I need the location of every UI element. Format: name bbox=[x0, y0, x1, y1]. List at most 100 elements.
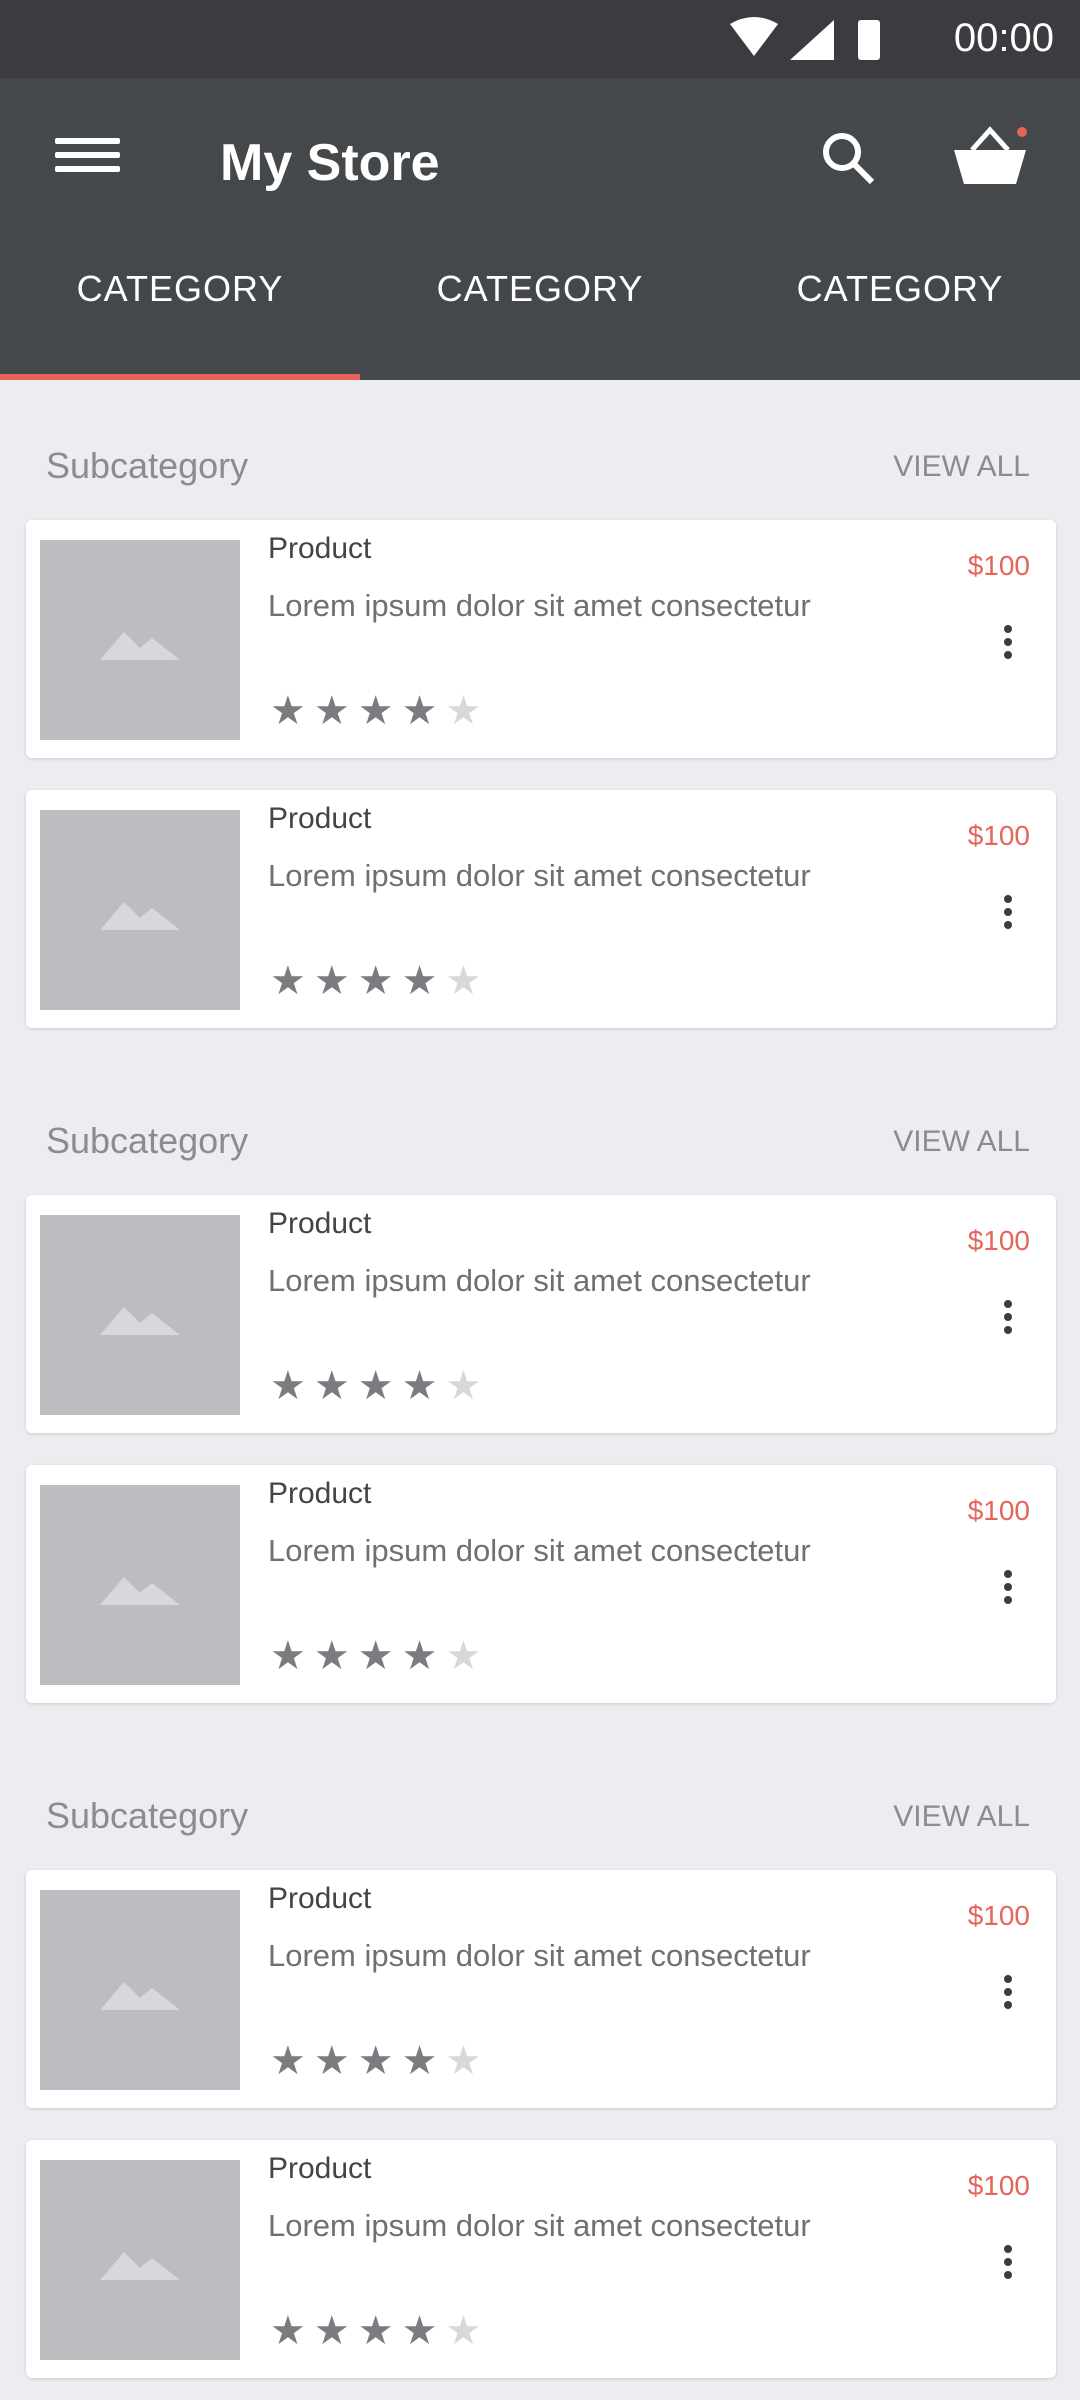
rating-stars: ★ ★ ★ ★ ★ bbox=[270, 2038, 489, 2083]
product-name: Product bbox=[268, 1882, 372, 1915]
star-icon: ★ bbox=[270, 1634, 306, 1678]
subcategory-title: Subcategory bbox=[46, 445, 249, 486]
product-image bbox=[40, 1485, 240, 1685]
product-image bbox=[40, 1890, 240, 2090]
star-icon: ★ bbox=[313, 959, 350, 1003]
more-vert-icon[interactable] bbox=[1004, 1565, 1016, 1625]
app-bar: My Store CATEGORY CATEGORY CATEGORY bbox=[0, 78, 1080, 380]
product-description: Lorem ipsum dolor sit amet consectetur bbox=[268, 858, 811, 893]
star-icon: ★ bbox=[270, 1364, 306, 1408]
product-card[interactable]: Product Lorem ipsum dolor sit amet conse… bbox=[26, 2140, 1056, 2378]
star-icon: ★ bbox=[445, 689, 482, 733]
product-card[interactable]: Product Lorem ipsum dolor sit amet conse… bbox=[26, 1195, 1056, 1433]
product-description: Lorem ipsum dolor sit amet consectetur bbox=[268, 1938, 811, 1973]
tab-category-2[interactable]: CATEGORY bbox=[360, 254, 720, 380]
image-placeholder-icon bbox=[100, 1307, 180, 1335]
product-card[interactable]: Product Lorem ipsum dolor sit amet conse… bbox=[26, 1465, 1056, 1703]
product-image bbox=[40, 2160, 240, 2360]
star-icon: ★ bbox=[357, 959, 394, 1003]
more-vert-icon[interactable] bbox=[1004, 620, 1016, 680]
star-icon: ★ bbox=[313, 689, 350, 733]
category-tabs: CATEGORY CATEGORY CATEGORY bbox=[0, 254, 1080, 380]
product-price: $100 bbox=[967, 1495, 1030, 1526]
image-placeholder-icon bbox=[100, 632, 180, 660]
rating-stars: ★ ★ ★ ★ ★ bbox=[270, 1363, 489, 1408]
status-time: 00:00 bbox=[953, 16, 1054, 60]
star-icon: ★ bbox=[313, 2039, 350, 2083]
star-icon: ★ bbox=[445, 2309, 482, 2353]
subcategory-title: Subcategory bbox=[46, 1120, 249, 1161]
product-image bbox=[40, 1215, 240, 1415]
star-icon: ★ bbox=[270, 959, 306, 1003]
star-icon: ★ bbox=[401, 689, 438, 733]
wifi-icon bbox=[730, 17, 778, 56]
product-card[interactable]: Product Lorem ipsum dolor sit amet conse… bbox=[26, 790, 1056, 1028]
cart-icon[interactable] bbox=[950, 124, 1030, 190]
star-icon: ★ bbox=[445, 2039, 482, 2083]
battery-icon bbox=[858, 20, 880, 60]
product-price: $100 bbox=[967, 1225, 1030, 1256]
search-icon[interactable] bbox=[818, 128, 878, 188]
product-price: $100 bbox=[967, 2170, 1030, 2201]
product-description: Lorem ipsum dolor sit amet consectetur bbox=[268, 1263, 811, 1298]
star-icon: ★ bbox=[357, 2309, 394, 2353]
product-image bbox=[40, 540, 240, 740]
star-icon: ★ bbox=[357, 1364, 394, 1408]
star-icon: ★ bbox=[401, 2309, 438, 2353]
menu-icon[interactable] bbox=[55, 130, 120, 180]
star-icon: ★ bbox=[313, 2309, 350, 2353]
star-icon: ★ bbox=[401, 1364, 438, 1408]
image-placeholder-icon bbox=[100, 1577, 180, 1605]
star-icon: ★ bbox=[357, 1634, 394, 1678]
star-icon: ★ bbox=[357, 2039, 394, 2083]
product-price: $100 bbox=[967, 550, 1030, 581]
rating-stars: ★ ★ ★ ★ ★ bbox=[270, 2308, 489, 2353]
star-icon: ★ bbox=[401, 1634, 438, 1678]
product-name: Product bbox=[268, 1207, 372, 1240]
rating-stars: ★ ★ ★ ★ ★ bbox=[270, 1633, 489, 1678]
image-placeholder-icon bbox=[100, 1982, 180, 2010]
star-icon: ★ bbox=[445, 1364, 482, 1408]
product-description: Lorem ipsum dolor sit amet consectetur bbox=[268, 1533, 811, 1568]
product-price: $100 bbox=[967, 1900, 1030, 1931]
product-card[interactable]: Product Lorem ipsum dolor sit amet conse… bbox=[26, 520, 1056, 758]
product-name: Product bbox=[268, 1477, 372, 1510]
more-vert-icon[interactable] bbox=[1004, 890, 1016, 950]
tab-indicator bbox=[0, 374, 360, 380]
star-icon: ★ bbox=[445, 959, 482, 1003]
star-icon: ★ bbox=[270, 2309, 306, 2353]
product-name: Product bbox=[268, 532, 372, 565]
status-bar: 00:00 bbox=[0, 0, 1080, 78]
view-all-link[interactable]: VIEW ALL bbox=[893, 1800, 1030, 1834]
star-icon: ★ bbox=[313, 1364, 350, 1408]
more-vert-icon[interactable] bbox=[1004, 1295, 1016, 1355]
status-icons bbox=[730, 17, 880, 60]
star-icon: ★ bbox=[357, 689, 394, 733]
product-image bbox=[40, 810, 240, 1010]
product-description: Lorem ipsum dolor sit amet consectetur bbox=[268, 2208, 811, 2243]
more-vert-icon[interactable] bbox=[1004, 1970, 1016, 2030]
star-icon: ★ bbox=[401, 2039, 438, 2083]
tab-category-3[interactable]: CATEGORY bbox=[720, 254, 1080, 380]
signal-icon bbox=[790, 20, 834, 60]
star-icon: ★ bbox=[313, 1634, 350, 1678]
star-icon: ★ bbox=[270, 689, 306, 733]
rating-stars: ★ ★ ★ ★ ★ bbox=[270, 958, 489, 1003]
image-placeholder-icon bbox=[100, 2252, 180, 2280]
star-icon: ★ bbox=[445, 1634, 482, 1678]
star-icon: ★ bbox=[270, 2039, 306, 2083]
subcategory-title: Subcategory bbox=[46, 1795, 249, 1836]
view-all-link[interactable]: VIEW ALL bbox=[893, 1125, 1030, 1159]
image-placeholder-icon bbox=[100, 902, 180, 930]
rating-stars: ★ ★ ★ ★ ★ bbox=[270, 688, 489, 733]
page-title: My Store bbox=[220, 134, 440, 192]
view-all-link[interactable]: VIEW ALL bbox=[893, 450, 1030, 484]
product-description: Lorem ipsum dolor sit amet consectetur bbox=[268, 588, 811, 623]
tab-category-1[interactable]: CATEGORY bbox=[0, 254, 360, 380]
product-name: Product bbox=[268, 2152, 372, 2185]
star-icon: ★ bbox=[401, 959, 438, 1003]
product-card[interactable]: Product Lorem ipsum dolor sit amet conse… bbox=[26, 1870, 1056, 2108]
more-vert-icon[interactable] bbox=[1004, 2240, 1016, 2300]
product-name: Product bbox=[268, 802, 372, 835]
product-price: $100 bbox=[967, 820, 1030, 851]
